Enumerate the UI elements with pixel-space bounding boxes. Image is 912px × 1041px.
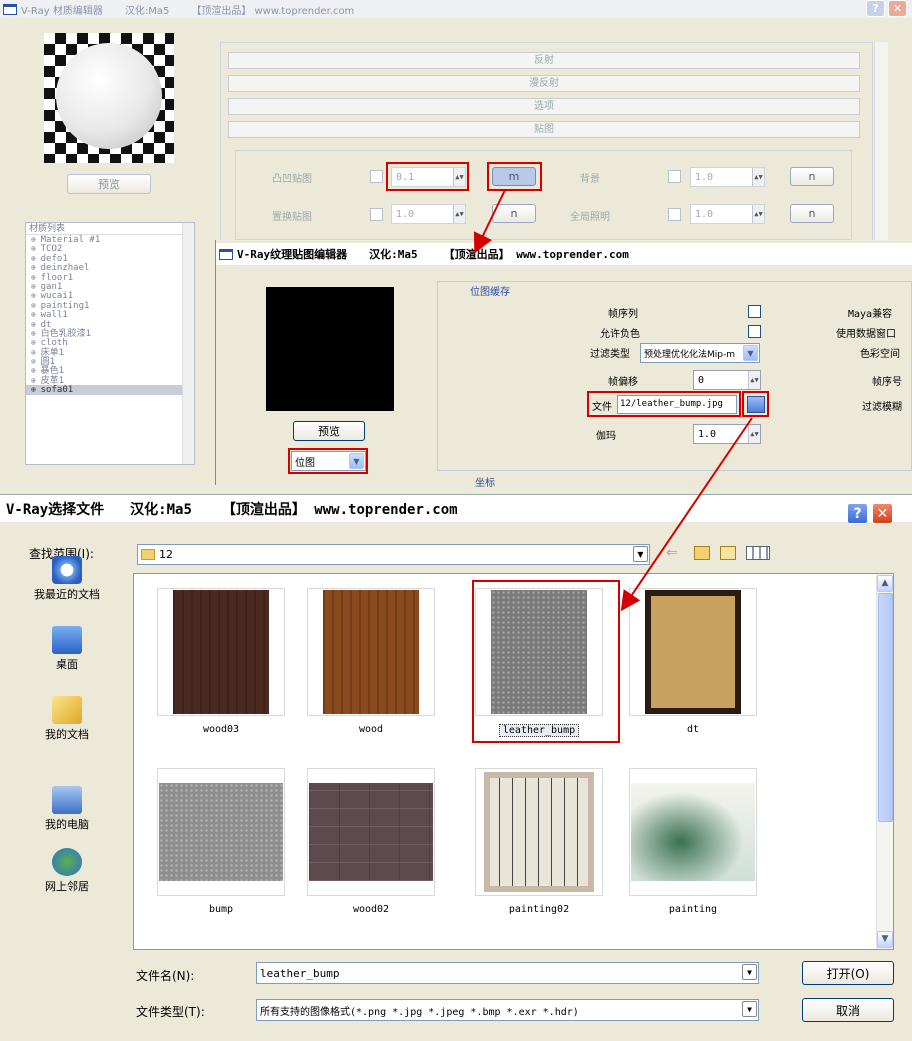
annotation-arrows [473,189,753,612]
arrow-browse-to-file [620,417,753,612]
arrow-bump-to-texture [473,189,506,254]
